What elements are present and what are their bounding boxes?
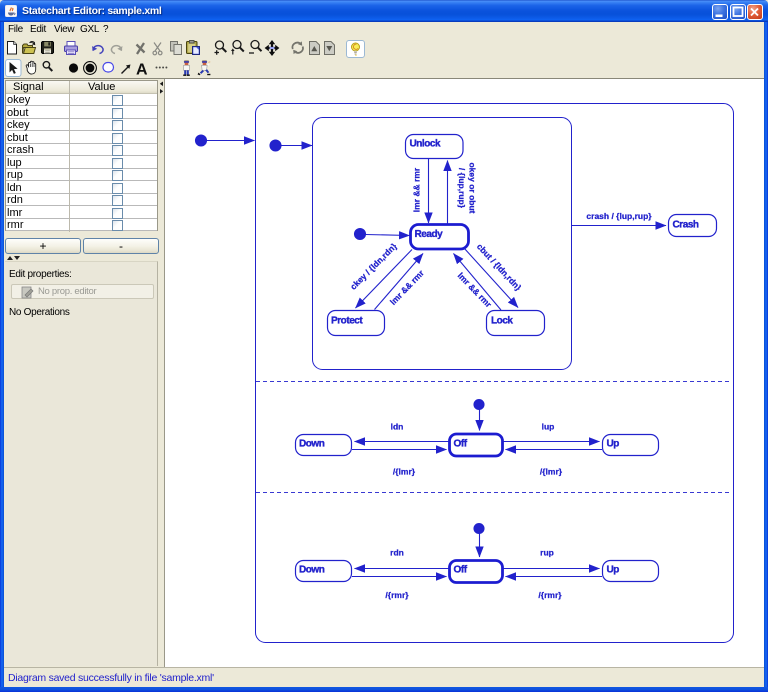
svg-text:A: A (136, 62, 148, 79)
